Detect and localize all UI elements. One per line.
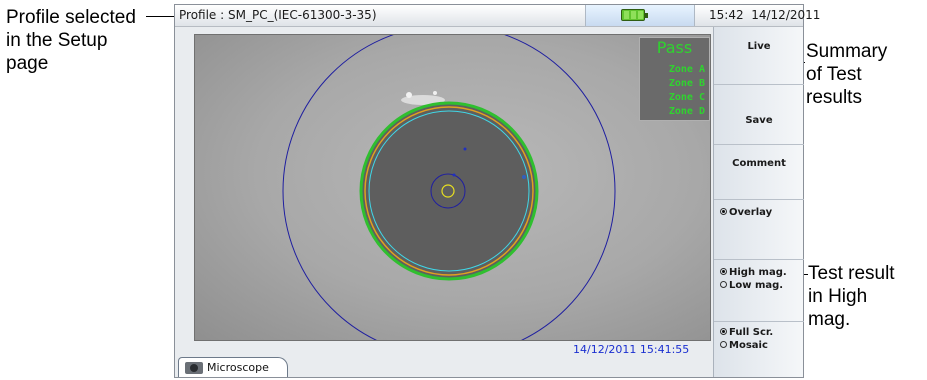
callout-test-result: Test result in High mag. xyxy=(808,262,895,331)
radio-unselected-icon xyxy=(720,281,727,288)
callout-test-result-line-2: in High xyxy=(808,286,868,307)
radio-unselected-icon xyxy=(720,341,727,348)
debris-mark xyxy=(406,92,412,98)
defect-mark xyxy=(463,147,467,151)
callout-profile-line-3: page xyxy=(6,53,49,74)
callout-test-result-line-3: mag. xyxy=(808,309,851,330)
profile-title: Profile : SM_PC_(IEC-61300-3-35) xyxy=(179,8,377,22)
zone-c-result: Zone C xyxy=(668,92,705,103)
mosaic-label: Mosaic xyxy=(729,340,768,351)
full-scr-radio[interactable]: Full Scr. xyxy=(720,327,773,338)
microscope-view[interactable]: Pass Zone A Zone B Zone C Zone D xyxy=(194,34,711,341)
overlay-label: Overlay xyxy=(729,207,773,218)
title-bar: Profile : SM_PC_(IEC-61300-3-35) 15:42 1… xyxy=(175,5,820,27)
callout-summary: Summary of Test results xyxy=(806,40,887,109)
right-button-panel: Live Save Comment Overlay High mag. Low … xyxy=(713,27,804,377)
tab-microscope[interactable]: Microscope xyxy=(178,357,288,377)
high-mag-label: High mag. xyxy=(729,267,787,278)
full-scr-label: Full Scr. xyxy=(729,327,774,338)
callout-summary-line-1: Summary xyxy=(806,41,888,62)
callout-profile: Profile selected in the Setup page xyxy=(6,6,136,75)
callout-profile-leader xyxy=(146,16,176,17)
tab-microscope-label: Microscope xyxy=(207,361,269,374)
capture-timestamp: 14/12/2011 15:41:55 xyxy=(573,343,690,356)
battery-icon xyxy=(621,9,648,21)
radio-selected-icon xyxy=(720,268,727,275)
callout-profile-line-2: in the Setup xyxy=(6,30,108,51)
clock-time: 15:42 xyxy=(709,8,744,22)
clock-date: 14/12/2011 xyxy=(751,8,821,22)
test-summary-box: Pass Zone A Zone B Zone C Zone D xyxy=(639,37,710,121)
radio-selected-icon xyxy=(720,328,727,335)
zone-a-result: Zone A xyxy=(668,64,705,75)
defect-mark xyxy=(522,175,526,179)
zone-b-result: Zone B xyxy=(668,78,705,89)
defect-mark xyxy=(452,173,456,177)
live-button-label: Live xyxy=(747,41,771,52)
high-mag-radio[interactable]: High mag. xyxy=(720,267,787,278)
device-screen: Profile : SM_PC_(IEC-61300-3-35) 15:42 1… xyxy=(174,4,820,378)
overlay-radio[interactable]: Overlay xyxy=(720,207,772,218)
radio-selected-icon xyxy=(720,208,727,215)
save-button-label: Save xyxy=(745,115,773,126)
callout-summary-line-3: results xyxy=(806,87,862,108)
live-button[interactable]: Live xyxy=(714,27,804,85)
save-button[interactable]: Save xyxy=(714,85,804,145)
debris-mark xyxy=(433,91,437,95)
low-mag-radio[interactable]: Low mag. xyxy=(720,280,783,291)
clock: 15:42 14/12/2011 xyxy=(709,8,820,22)
callout-test-result-line-1: Test result xyxy=(808,263,895,284)
comment-button[interactable]: Comment xyxy=(714,145,804,200)
mosaic-radio[interactable]: Mosaic xyxy=(720,340,768,351)
callout-profile-line-1: Profile selected xyxy=(6,7,136,28)
microscope-icon xyxy=(185,362,203,374)
pass-status: Pass xyxy=(656,38,693,57)
zone-d-result: Zone D xyxy=(668,106,705,117)
callout-summary-line-2: of Test xyxy=(806,64,862,85)
low-mag-label: Low mag. xyxy=(729,280,784,291)
fiber-image xyxy=(282,35,616,340)
comment-button-label: Comment xyxy=(732,158,786,169)
